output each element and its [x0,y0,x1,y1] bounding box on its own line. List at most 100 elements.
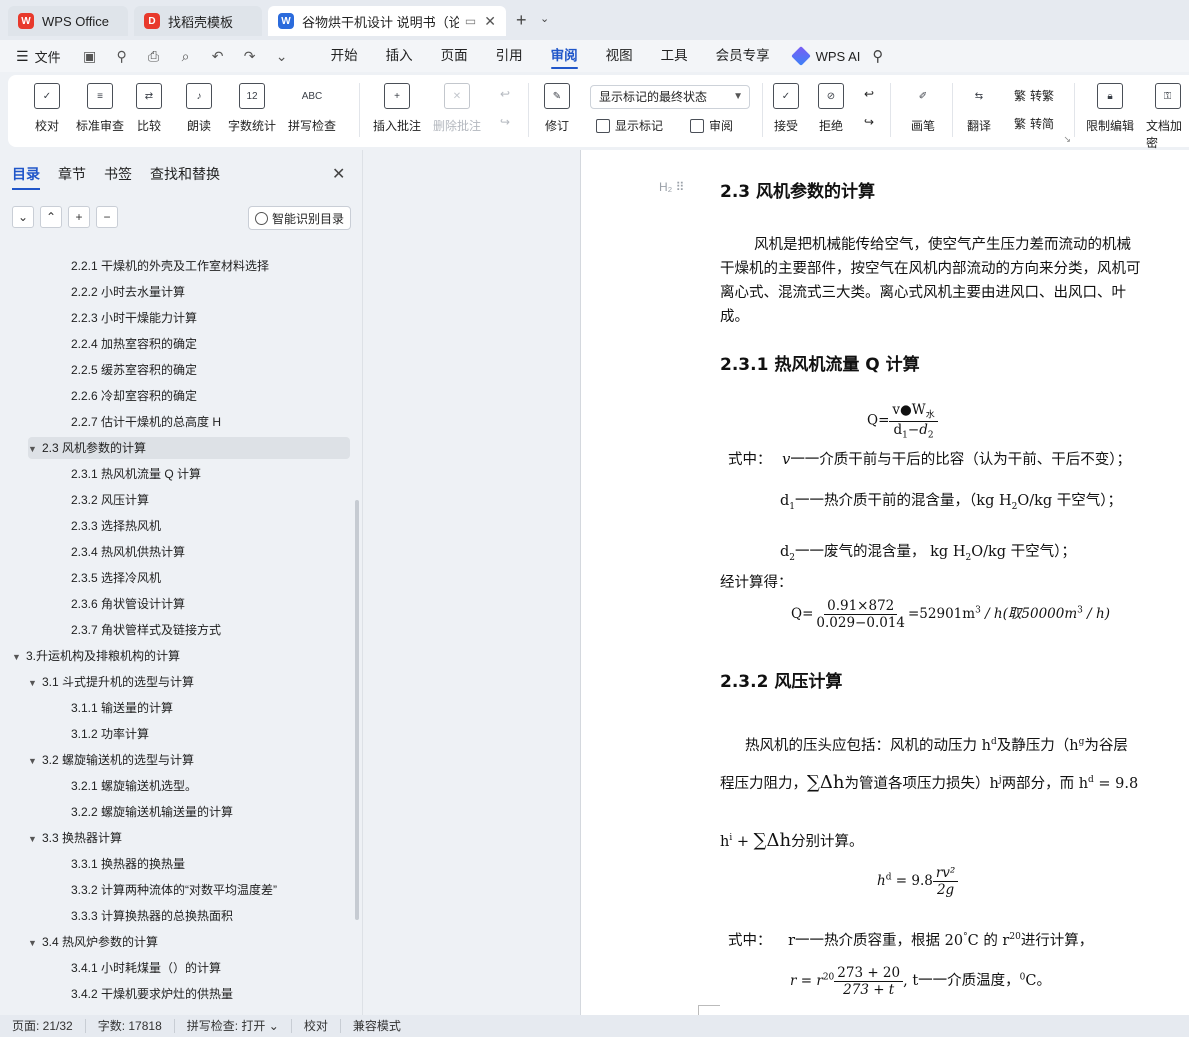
menu-references[interactable]: 引用 [482,40,537,72]
toc-item[interactable]: 2.2.4 加热室容积的确定 [71,333,197,355]
pen-button[interactable]: ✐ 画笔 [910,83,936,134]
heading-drag-handle[interactable]: H₂ ⠿ [659,180,684,194]
expand-arrow-icon[interactable]: ▼ [28,750,42,772]
menu-tools[interactable]: 工具 [647,40,702,72]
collapse-up-icon[interactable]: ⌃ [40,206,62,228]
toc-item[interactable]: ▼ 3.4 热风炉参数的计算 [28,931,158,953]
status-spell[interactable]: 拼写检查: 打开 ⌄ [175,1019,292,1033]
toc-item[interactable]: 2.3.2 风压计算 [71,489,149,511]
toc-item[interactable]: 2.3.3 选择热风机 [71,515,161,537]
standard-review-button[interactable]: ≡ 标准审查 [76,83,124,134]
status-proof[interactable]: 校对 [292,1019,341,1033]
add-heading-icon[interactable]: + [68,206,90,228]
chevron-down-icon[interactable]: ⌄ [540,12,549,25]
show-markup-button[interactable]: 显示标记 [596,117,663,134]
spell-check-button[interactable]: ABC 拼写检查 [288,83,336,134]
toc-item[interactable]: 2.2.5 缓苏室容积的确定 [71,359,197,381]
new-tab-icon[interactable]: + [516,10,527,31]
translate-button[interactable]: ⇆ 翻译 [966,83,992,134]
word-count-button[interactable]: 12 字数统计 [228,83,276,134]
toc-item[interactable]: 2.2.6 冷却室容积的确定 [71,385,197,407]
menu-member[interactable]: 会员专享 [702,40,784,72]
insert-comment-button[interactable]: + 插入批注 [373,83,421,134]
toc-item[interactable]: 2.2.1 干燥机的外壳及工作室材料选择 [71,255,269,277]
tab-find-replace[interactable]: 查找和替换 [150,164,220,184]
menu-review[interactable]: 审阅 [537,40,592,72]
close-icon[interactable]: ✕ [484,13,496,30]
markup-mode-select[interactable]: 显示标记的最终状态 ▼ [590,85,750,109]
expand-arrow-icon[interactable]: ▼ [28,932,42,954]
toc-item[interactable]: 3.3.2 计算两种流体的“对数平均温度差” [71,879,277,901]
to-simplified-button[interactable]: 繁 转简 [1014,115,1054,132]
document-page[interactable]: H₂ ⠿ 2.3 风机参数的计算 风机是把机械能传给空气，使空气产生压力差而流动… [580,150,1189,1015]
next-change-icon[interactable]: ↪ [864,115,874,129]
toc-item[interactable]: ▼ 3.1 斗式提升机的选型与计算 [28,671,194,693]
toc-item[interactable]: ▼ 2.3 风机参数的计算 [28,437,350,459]
tab-current-document[interactable]: W 谷物烘干机设计 说明书（论文 ▭ ✕ [268,6,506,36]
undo-icon[interactable]: ↶ [209,48,227,65]
chevron-down-icon[interactable]: ⌄ [273,48,291,65]
remove-heading-icon[interactable]: − [96,206,118,228]
status-words[interactable]: 字数: 17818 [86,1019,175,1033]
toc-item[interactable]: 2.3.6 角状管设计计算 [71,593,185,615]
expand-arrow-icon[interactable]: ▼ [12,646,26,668]
close-icon[interactable]: ✕ [332,164,345,184]
encrypt-button[interactable]: ⚿ 文档加密 [1146,83,1189,151]
expand-arrow-icon[interactable]: ▼ [28,672,42,694]
toc-item[interactable]: ▼ 3.升运机构及排粮机构的计算 [12,645,180,667]
smart-toc-button[interactable]: 智能识别目录 [248,206,351,230]
toc-item[interactable]: ▼ 3.2 螺旋输送机的选型与计算 [28,749,194,771]
toc-item[interactable]: 3.1.2 功率计算 [71,723,149,745]
menu-page[interactable]: 页面 [427,40,482,72]
redo-icon[interactable]: ↷ [241,48,259,65]
toc-item[interactable]: 3.2.2 螺旋输送机输送量的计算 [71,801,233,823]
next-comment-icon[interactable]: ↪ [500,115,510,129]
menu-view[interactable]: 视图 [592,40,647,72]
toc-item[interactable]: 2.2.3 小时干燥能力计算 [71,307,197,329]
toc-item[interactable]: 2.2.2 小时去水量计算 [71,281,185,303]
menu-home[interactable]: 开始 [317,40,372,72]
toc-item[interactable]: 2.3.4 热风机供热计算 [71,541,185,563]
share-icon[interactable]: ⚲ [113,48,131,65]
expand-arrow-icon[interactable]: ▼ [28,828,42,850]
read-aloud-button[interactable]: ♪ 朗读 [186,83,212,134]
toc-item[interactable]: 3.3.3 计算换热器的总换热面积 [71,905,233,927]
collapse-down-icon[interactable]: ⌄ [12,206,34,228]
tab-toc[interactable]: 目录 [12,164,40,190]
toc-item[interactable]: 3.3.1 换热器的换热量 [71,853,185,875]
toc-item[interactable]: 2.3.5 选择冷风机 [71,567,161,589]
toc-item[interactable]: 3.1.1 输送量的计算 [71,697,173,719]
toc-item[interactable]: 2.3.7 角状管样式及链接方式 [71,619,221,641]
restrict-edit-button[interactable]: 🔒︎ 限制编辑 [1086,83,1134,134]
print-icon[interactable]: ⎙ [145,48,163,65]
toc-item[interactable]: 3.2.1 螺旋输送机选型。 [71,775,197,797]
toc-item[interactable]: 2.2.7 估计干燥机的总高度 H [71,411,221,433]
toc-item[interactable]: 2.3.1 热风机流量 Q 计算 [71,463,201,485]
toc-item[interactable]: 3.4.2 干燥机要求炉灶的供热量 [71,983,233,1005]
compare-button[interactable]: ⇄ 比较 [136,83,162,134]
toc-item[interactable]: ▼ 3.3 换热器计算 [28,827,122,849]
expand-arrow-icon[interactable]: ▼ [28,438,42,460]
menu-insert[interactable]: 插入 [372,40,427,72]
search-icon[interactable]: ⚲ [872,47,883,65]
tab-docer-templates[interactable]: D 找稻壳模板 [134,6,262,36]
nav-scrollbar[interactable] [355,500,359,920]
reject-button[interactable]: ⊘ 拒绝 [818,83,844,134]
tab-window-icon[interactable]: ▭ [465,14,476,28]
tab-bookmarks[interactable]: 书签 [104,164,132,184]
to-traditional-button[interactable]: 繁 转繁 [1014,87,1054,104]
tab-wps-office[interactable]: W WPS Office [8,6,128,36]
print-preview-icon[interactable]: ⌕ [177,48,195,65]
accept-button[interactable]: ✓ 接受 [773,83,799,134]
toc-item[interactable]: 3.4.1 小时耗煤量（）的计算 [71,957,221,979]
ribbon-expand-icon[interactable]: ↘ [1063,134,1071,145]
proofread-button[interactable]: ✓ 校对 [34,83,60,134]
delete-comment-button[interactable]: ✕ 删除批注 [433,83,481,134]
tab-chapters[interactable]: 章节 [58,164,86,184]
prev-change-icon[interactable]: ↩ [864,87,874,101]
save-icon[interactable]: ▣ [81,48,99,65]
revise-button[interactable]: ✎ 修订 [544,83,570,134]
status-page[interactable]: 页面: 21/32 [0,1019,86,1033]
prev-comment-icon[interactable]: ↩ [500,87,510,101]
file-menu[interactable]: ☰ 文件 [16,47,61,66]
